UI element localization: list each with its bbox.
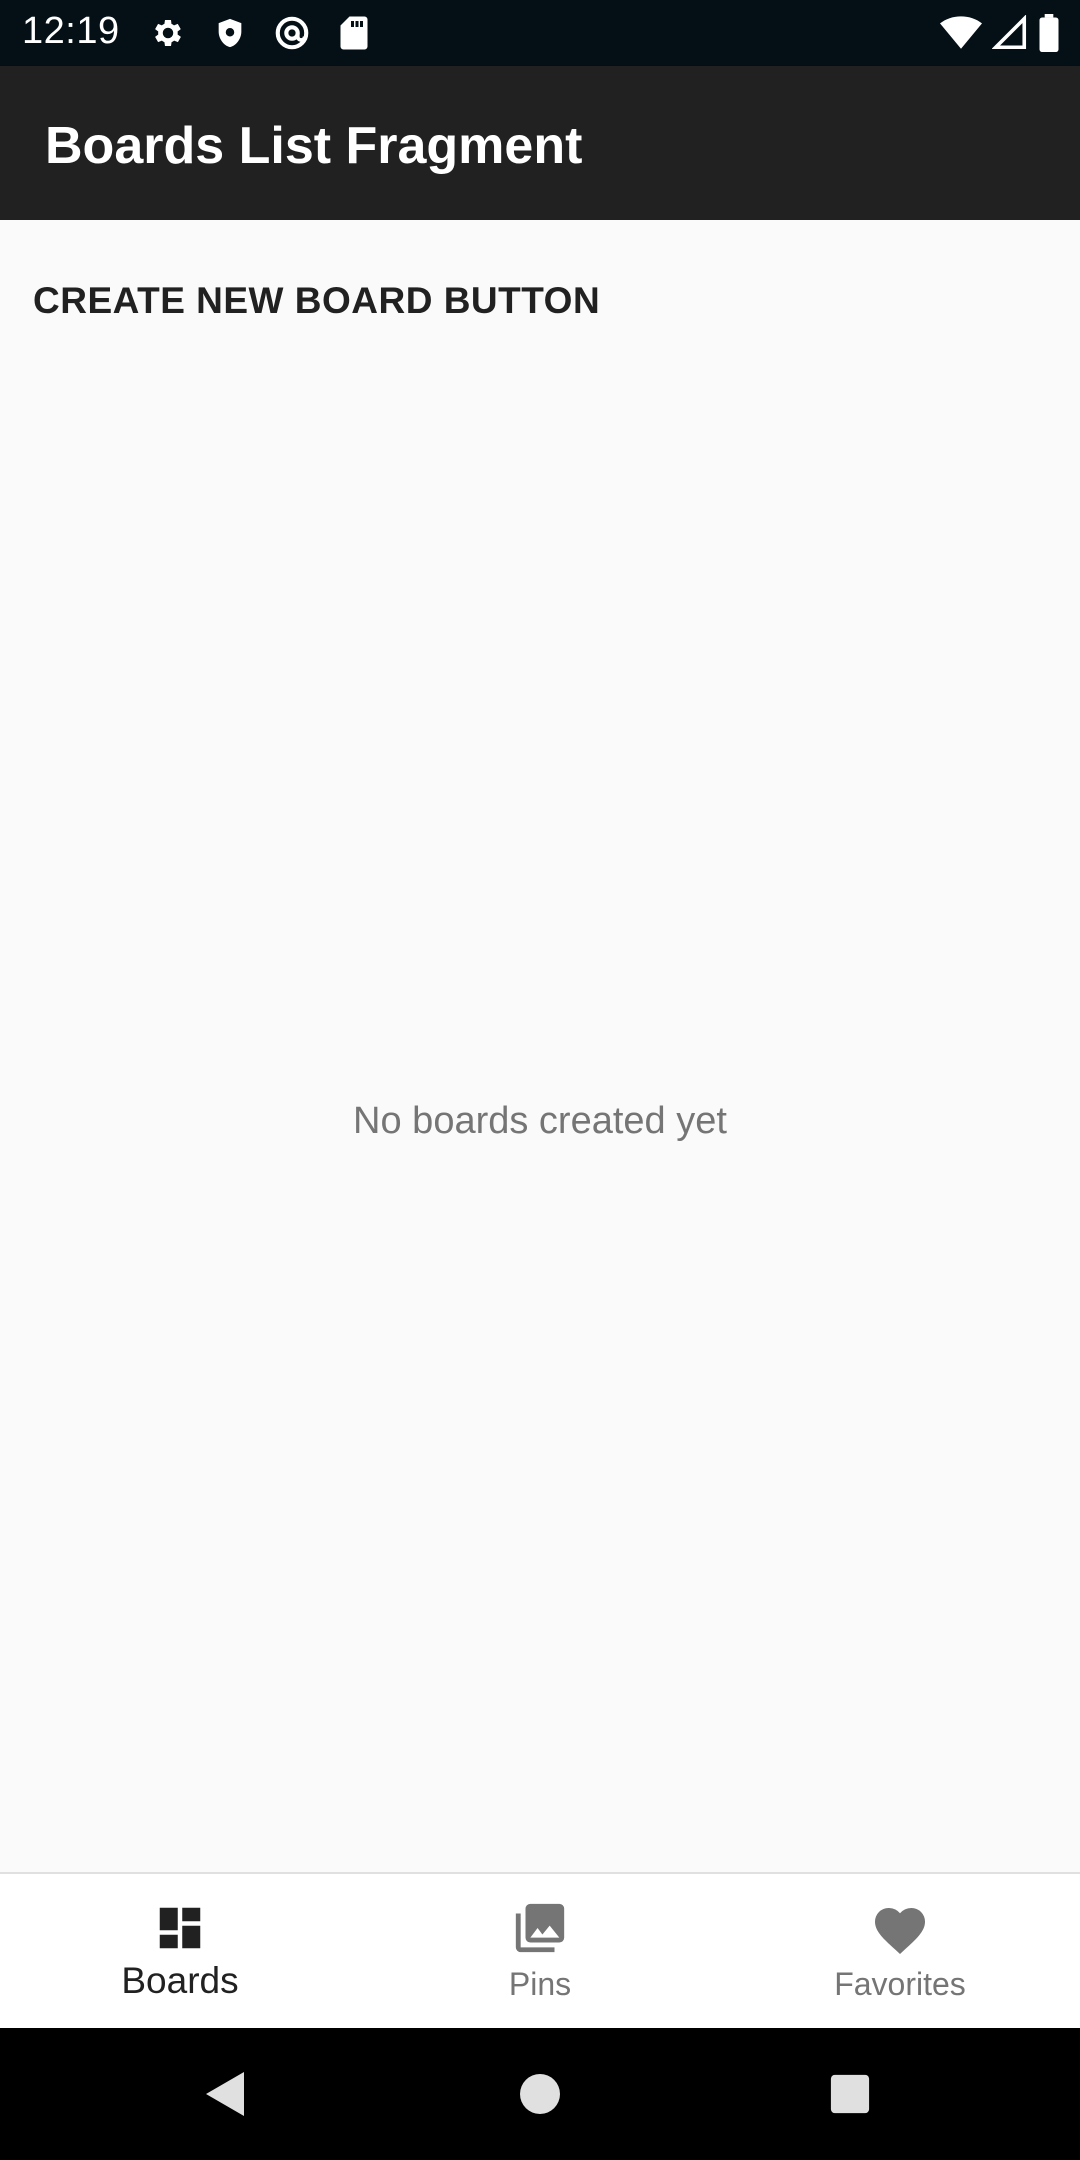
photo-library-icon	[510, 1898, 570, 1958]
bottom-navigation: Boards Pins Favorites	[0, 1872, 1080, 2028]
battery-icon	[1038, 13, 1060, 53]
main-content: CREATE NEW BOARD BUTTON No boards create…	[0, 220, 1080, 1872]
gear-icon	[148, 13, 188, 53]
status-icons-left	[148, 12, 374, 54]
nav-item-pins[interactable]: Pins	[360, 1874, 720, 2028]
wifi-icon	[940, 13, 982, 53]
at-sign-icon	[272, 13, 312, 53]
heart-icon	[870, 1898, 930, 1958]
nav-item-boards[interactable]: Boards	[0, 1874, 360, 2028]
nav-item-favorites[interactable]: Favorites	[720, 1874, 1080, 2028]
home-icon[interactable]	[514, 2068, 566, 2120]
recents-icon[interactable]	[824, 2068, 876, 2120]
sd-card-icon	[334, 13, 374, 53]
system-navigation-bar	[0, 2028, 1080, 2160]
page-title: Boards List Fragment	[45, 117, 583, 175]
status-bar: 12:19	[0, 0, 1080, 66]
nav-label-pins: Pins	[508, 1966, 572, 2002]
dashboard-icon	[150, 1898, 210, 1958]
create-new-board-button[interactable]: CREATE NEW BOARD BUTTON	[33, 280, 600, 322]
status-icons-right	[940, 12, 1060, 54]
empty-state-message: No boards created yet	[353, 1100, 727, 1142]
nav-label-favorites: Favorites	[834, 1966, 966, 2002]
shield-icon	[210, 13, 250, 53]
app-bar: Boards List Fragment	[0, 66, 1080, 220]
status-time: 12:19	[22, 10, 120, 52]
nav-label-boards: Boards	[121, 1960, 239, 2001]
back-icon[interactable]	[200, 2068, 252, 2120]
signal-icon	[992, 13, 1028, 53]
